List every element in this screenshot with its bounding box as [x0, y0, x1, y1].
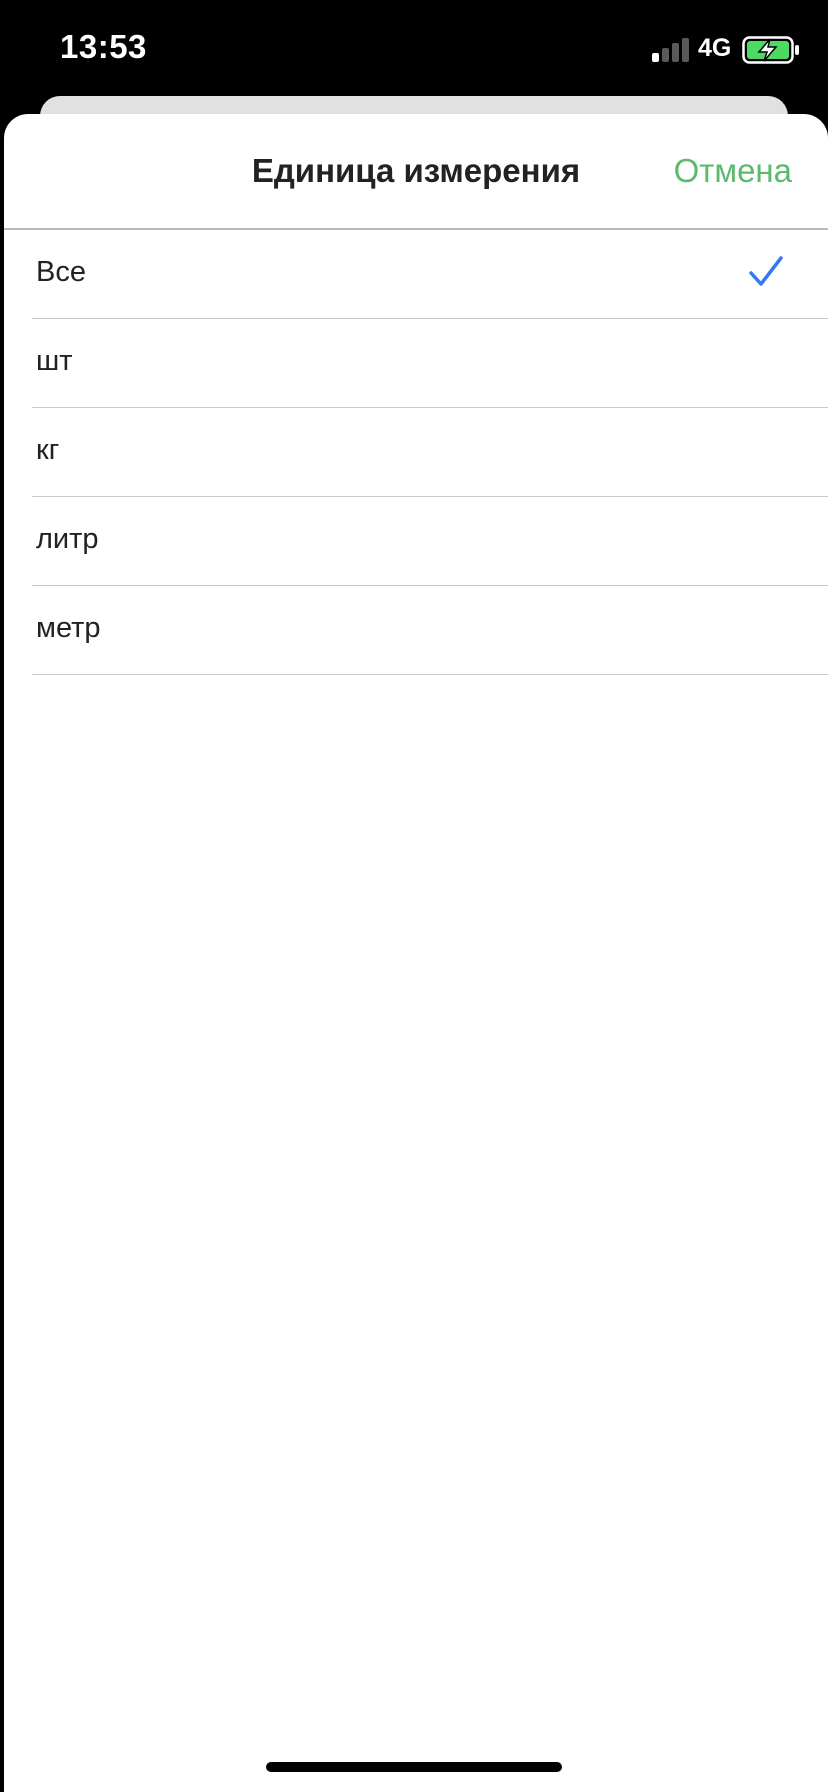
cancel-button[interactable]: Отмена	[674, 152, 792, 190]
signal-bar	[682, 38, 689, 62]
signal-bar	[662, 48, 669, 62]
sheet-header: Единица измерения Отмена	[4, 114, 828, 230]
status-time: 13:53	[60, 28, 147, 65]
option-label: литр	[36, 523, 99, 555]
option-item-pcs[interactable]: шт	[32, 319, 828, 408]
option-label: шт	[36, 345, 73, 377]
home-indicator[interactable]	[266, 1762, 562, 1772]
checkmark-icon	[749, 256, 783, 286]
option-label: кг	[36, 434, 60, 466]
option-label: Все	[36, 256, 86, 288]
signal-bar	[672, 43, 679, 62]
option-label: метр	[36, 612, 101, 644]
option-item-liter[interactable]: литр	[32, 497, 828, 586]
signal-bar	[652, 53, 659, 62]
status-bar: 13:53 4G	[0, 0, 828, 96]
option-item-kg[interactable]: кг	[32, 408, 828, 497]
option-item-meter[interactable]: метр	[32, 586, 828, 675]
option-item-all[interactable]: Все	[32, 230, 828, 319]
unit-picker-sheet: Единица измерения Отмена Все шт кг литр …	[4, 114, 828, 1792]
network-type-label: 4G	[698, 34, 732, 62]
cellular-signal-icon	[652, 36, 692, 62]
battery-charging-icon	[742, 36, 799, 64]
unit-option-list: Все шт кг литр метр	[4, 230, 828, 675]
